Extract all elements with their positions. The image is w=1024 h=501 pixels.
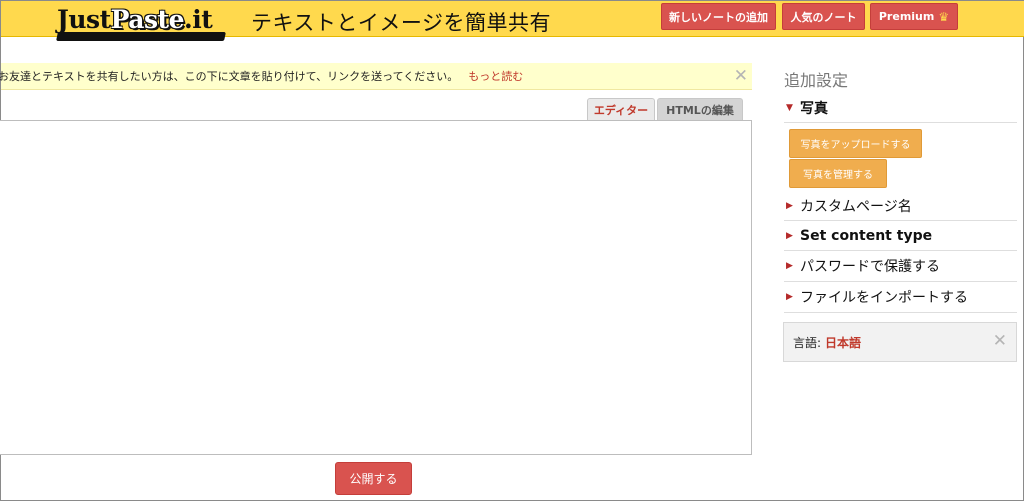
logo-word-it: .it — [184, 5, 213, 34]
sidebar-item-content-type[interactable]: ▶ Set content type — [784, 221, 1017, 251]
premium-label: Premium — [878, 10, 935, 23]
triangle-right-icon: ▶ — [786, 230, 793, 241]
sidebar-item-photos[interactable]: ▼ 写真 — [784, 94, 1017, 123]
logo-word-just: Just — [57, 5, 111, 34]
publish-button[interactable]: 公開する — [335, 462, 412, 495]
language-label: 言語: — [793, 335, 822, 350]
upload-photo-button[interactable]: 写真をアップロードする — [789, 129, 922, 158]
close-icon[interactable]: ✕ — [993, 331, 1007, 351]
header-bar: Just Paste .it テキストとイメージを簡単共有 新しいノートの追加 … — [1, 1, 1024, 41]
sidebar-title: 追加設定 — [784, 71, 849, 90]
premium-button[interactable]: Premium ♛ — [870, 3, 958, 30]
close-icon[interactable]: ✕ — [734, 66, 748, 86]
language-value[interactable]: 日本語 — [825, 334, 861, 351]
popular-notes-button[interactable]: 人気のノート — [782, 3, 865, 30]
info-banner: お友達とテキストを共有したい方は、この下に文章を貼り付けて、リンクを送ってくださ… — [0, 63, 752, 90]
sidebar-item-label: 写真 — [800, 101, 828, 117]
crown-icon: ♛ — [938, 9, 950, 24]
read-more-link[interactable]: もっと読む — [468, 68, 523, 84]
info-message: お友達とテキストを共有したい方は、この下に文章を貼り付けて、リンクを送ってくださ… — [0, 70, 459, 83]
new-note-button[interactable]: 新しいノートの追加 — [661, 3, 776, 30]
triangle-down-icon: ▼ — [786, 103, 793, 113]
tab-html-edit[interactable]: HTMLの編集 — [657, 98, 743, 120]
triangle-right-icon: ▶ — [786, 200, 793, 211]
sidebar-item-label: ファイルをインポートする — [800, 290, 968, 306]
tab-editor[interactable]: エディター — [587, 98, 655, 120]
triangle-right-icon: ▶ — [786, 292, 793, 302]
manage-photo-button[interactable]: 写真を管理する — [789, 159, 887, 188]
logo-word-paste: Paste — [110, 5, 185, 34]
sidebar-item-custom-page[interactable]: ▶ カスタムページ名 — [784, 191, 1017, 221]
triangle-right-icon: ▶ — [786, 261, 793, 271]
sidebar-item-label: Set content type — [800, 227, 933, 244]
site-tagline: テキストとイメージを簡単共有 — [251, 11, 551, 35]
language-box: 言語: 日本語 ✕ — [783, 322, 1017, 362]
site-logo[interactable]: Just Paste .it — [57, 5, 213, 41]
sidebar-item-password[interactable]: ▶ パスワードで保護する — [784, 251, 1017, 282]
sidebar-item-label: カスタムページ名 — [800, 198, 912, 215]
sidebar-item-import[interactable]: ▶ ファイルをインポートする — [784, 282, 1017, 313]
editor-textarea[interactable] — [0, 120, 752, 455]
sidebar-item-label: パスワードで保護する — [800, 259, 940, 275]
